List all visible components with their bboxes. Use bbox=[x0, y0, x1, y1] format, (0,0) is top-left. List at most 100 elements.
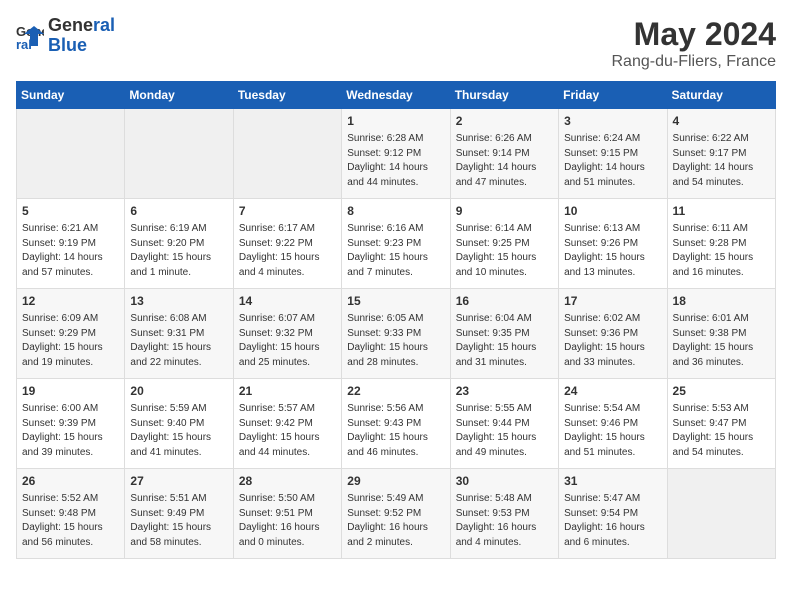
calendar-cell: 1 Sunrise: 6:28 AM Sunset: 9:12 PM Daylig… bbox=[342, 109, 450, 199]
calendar-cell: 8 Sunrise: 6:16 AM Sunset: 9:23 PM Daylig… bbox=[342, 199, 450, 289]
calendar-cell: 17 Sunrise: 6:02 AM Sunset: 9:36 PM Dayli… bbox=[559, 289, 667, 379]
calendar-cell: 31 Sunrise: 5:47 AM Sunset: 9:54 PM Dayli… bbox=[559, 469, 667, 559]
calendar-week-4: 19 Sunrise: 6:00 AM Sunset: 9:39 PM Dayli… bbox=[17, 379, 776, 469]
day-info: Sunrise: 6:00 AM Sunset: 9:39 PM Dayligh… bbox=[22, 402, 119, 460]
day-number: 31 bbox=[564, 473, 661, 490]
day-info: Sunrise: 5:47 AM Sunset: 9:54 PM Dayligh… bbox=[564, 492, 661, 550]
calendar-cell: 18 Sunrise: 6:01 AM Sunset: 9:38 PM Dayli… bbox=[667, 289, 775, 379]
day-info: Sunrise: 6:14 AM Sunset: 9:25 PM Dayligh… bbox=[456, 222, 553, 280]
calendar-cell: 4 Sunrise: 6:22 AM Sunset: 9:17 PM Daylig… bbox=[667, 109, 775, 199]
day-info: Sunrise: 6:11 AM Sunset: 9:28 PM Dayligh… bbox=[673, 222, 770, 280]
calendar-cell: 22 Sunrise: 5:56 AM Sunset: 9:43 PM Dayli… bbox=[342, 379, 450, 469]
day-number: 30 bbox=[456, 473, 553, 490]
calendar-cell: 2Sunrise: 6:26 AM Sunset: 9:14 PM Daylig… bbox=[450, 109, 558, 199]
calendar-cell: 3 Sunrise: 6:24 AM Sunset: 9:15 PM Daylig… bbox=[559, 109, 667, 199]
day-number: 29 bbox=[347, 473, 444, 490]
title-area: May 2024 Rang-du-Fliers, France bbox=[612, 16, 777, 71]
day-number: 4 bbox=[673, 113, 770, 130]
calendar-cell: 27Sunrise: 5:51 AM Sunset: 9:49 PM Dayli… bbox=[125, 469, 233, 559]
day-info: Sunrise: 5:56 AM Sunset: 9:43 PM Dayligh… bbox=[347, 402, 444, 460]
header-cell-sunday: Sunday bbox=[17, 82, 125, 109]
calendar-cell: 30 Sunrise: 5:48 AM Sunset: 9:53 PM Dayli… bbox=[450, 469, 558, 559]
day-info: Sunrise: 6:22 AM Sunset: 9:17 PM Dayligh… bbox=[673, 132, 770, 190]
day-info: Sunrise: 6:02 AM Sunset: 9:36 PM Dayligh… bbox=[564, 312, 661, 370]
day-number: 13 bbox=[130, 293, 227, 310]
calendar-cell: 11 Sunrise: 6:11 AM Sunset: 9:28 PM Dayli… bbox=[667, 199, 775, 289]
day-info: Sunrise: 6:16 AM Sunset: 9:23 PM Dayligh… bbox=[347, 222, 444, 280]
logo-text: General Blue bbox=[48, 16, 115, 56]
day-info: Sunrise: 5:59 AM Sunset: 9:40 PM Dayligh… bbox=[130, 402, 227, 460]
calendar-header-row: SundayMondayTuesdayWednesdayThursdayFrid… bbox=[17, 82, 776, 109]
day-number: 22 bbox=[347, 383, 444, 400]
header-cell-thursday: Thursday bbox=[450, 82, 558, 109]
calendar-cell: 13Sunrise: 6:08 AM Sunset: 9:31 PM Dayli… bbox=[125, 289, 233, 379]
day-number: 8 bbox=[347, 203, 444, 220]
day-info: Sunrise: 6:28 AM Sunset: 9:12 PM Dayligh… bbox=[347, 132, 444, 190]
day-info: Sunrise: 6:01 AM Sunset: 9:38 PM Dayligh… bbox=[673, 312, 770, 370]
calendar-week-5: 26Sunrise: 5:52 AM Sunset: 9:48 PM Dayli… bbox=[17, 469, 776, 559]
day-number: 7 bbox=[239, 203, 336, 220]
calendar-cell: 7 Sunrise: 6:17 AM Sunset: 9:22 PM Daylig… bbox=[233, 199, 341, 289]
day-number: 1 bbox=[347, 113, 444, 130]
day-info: Sunrise: 5:53 AM Sunset: 9:47 PM Dayligh… bbox=[673, 402, 770, 460]
day-number: 10 bbox=[564, 203, 661, 220]
day-info: Sunrise: 6:21 AM Sunset: 9:19 PM Dayligh… bbox=[22, 222, 119, 280]
page-header: Gene ral General Blue May 2024 Rang-du-F… bbox=[16, 16, 776, 71]
header-cell-tuesday: Tuesday bbox=[233, 82, 341, 109]
day-info: Sunrise: 6:09 AM Sunset: 9:29 PM Dayligh… bbox=[22, 312, 119, 370]
header-cell-friday: Friday bbox=[559, 82, 667, 109]
calendar-cell: 15Sunrise: 6:05 AM Sunset: 9:33 PM Dayli… bbox=[342, 289, 450, 379]
calendar-week-1: 1 Sunrise: 6:28 AM Sunset: 9:12 PM Daylig… bbox=[17, 109, 776, 199]
calendar-week-2: 5Sunrise: 6:21 AM Sunset: 9:19 PM Daylig… bbox=[17, 199, 776, 289]
location-title: Rang-du-Fliers, France bbox=[612, 53, 777, 71]
day-number: 9 bbox=[456, 203, 553, 220]
calendar-cell: 16Sunrise: 6:04 AM Sunset: 9:35 PM Dayli… bbox=[450, 289, 558, 379]
calendar-cell: 23 Sunrise: 5:55 AM Sunset: 9:44 PM Dayli… bbox=[450, 379, 558, 469]
calendar-week-3: 12 Sunrise: 6:09 AM Sunset: 9:29 PM Dayli… bbox=[17, 289, 776, 379]
calendar-cell: 24Sunrise: 5:54 AM Sunset: 9:46 PM Dayli… bbox=[559, 379, 667, 469]
day-number: 28 bbox=[239, 473, 336, 490]
day-number: 17 bbox=[564, 293, 661, 310]
calendar-body: 1 Sunrise: 6:28 AM Sunset: 9:12 PM Daylig… bbox=[17, 109, 776, 559]
day-number: 23 bbox=[456, 383, 553, 400]
calendar-cell: 10 Sunrise: 6:13 AM Sunset: 9:26 PM Dayli… bbox=[559, 199, 667, 289]
day-number: 21 bbox=[239, 383, 336, 400]
day-number: 18 bbox=[673, 293, 770, 310]
header-cell-wednesday: Wednesday bbox=[342, 82, 450, 109]
calendar-cell: 6 Sunrise: 6:19 AM Sunset: 9:20 PM Daylig… bbox=[125, 199, 233, 289]
day-number: 19 bbox=[22, 383, 119, 400]
calendar-cell bbox=[667, 469, 775, 559]
header-cell-saturday: Saturday bbox=[667, 82, 775, 109]
day-number: 24 bbox=[564, 383, 661, 400]
calendar-cell: 28 Sunrise: 5:50 AM Sunset: 9:51 PM Dayli… bbox=[233, 469, 341, 559]
header-cell-monday: Monday bbox=[125, 82, 233, 109]
day-info: Sunrise: 5:48 AM Sunset: 9:53 PM Dayligh… bbox=[456, 492, 553, 550]
day-number: 11 bbox=[673, 203, 770, 220]
day-info: Sunrise: 5:55 AM Sunset: 9:44 PM Dayligh… bbox=[456, 402, 553, 460]
day-number: 27 bbox=[130, 473, 227, 490]
calendar-cell: 21Sunrise: 5:57 AM Sunset: 9:42 PM Dayli… bbox=[233, 379, 341, 469]
calendar-cell: 25Sunrise: 5:53 AM Sunset: 9:47 PM Dayli… bbox=[667, 379, 775, 469]
day-info: Sunrise: 6:17 AM Sunset: 9:22 PM Dayligh… bbox=[239, 222, 336, 280]
day-number: 12 bbox=[22, 293, 119, 310]
calendar-cell bbox=[17, 109, 125, 199]
month-title: May 2024 bbox=[612, 16, 777, 53]
day-info: Sunrise: 6:05 AM Sunset: 9:33 PM Dayligh… bbox=[347, 312, 444, 370]
calendar-cell: 9 Sunrise: 6:14 AM Sunset: 9:25 PM Daylig… bbox=[450, 199, 558, 289]
day-info: Sunrise: 6:24 AM Sunset: 9:15 PM Dayligh… bbox=[564, 132, 661, 190]
calendar-cell: 19 Sunrise: 6:00 AM Sunset: 9:39 PM Dayli… bbox=[17, 379, 125, 469]
calendar-cell: 20Sunrise: 5:59 AM Sunset: 9:40 PM Dayli… bbox=[125, 379, 233, 469]
day-info: Sunrise: 6:13 AM Sunset: 9:26 PM Dayligh… bbox=[564, 222, 661, 280]
day-number: 6 bbox=[130, 203, 227, 220]
calendar-cell bbox=[125, 109, 233, 199]
day-info: Sunrise: 6:07 AM Sunset: 9:32 PM Dayligh… bbox=[239, 312, 336, 370]
calendar-table: SundayMondayTuesdayWednesdayThursdayFrid… bbox=[16, 81, 776, 559]
day-number: 2 bbox=[456, 113, 553, 130]
logo: Gene ral General Blue bbox=[16, 16, 115, 56]
day-number: 3 bbox=[564, 113, 661, 130]
day-info: Sunrise: 5:49 AM Sunset: 9:52 PM Dayligh… bbox=[347, 492, 444, 550]
day-info: Sunrise: 6:19 AM Sunset: 9:20 PM Dayligh… bbox=[130, 222, 227, 280]
day-info: Sunrise: 5:50 AM Sunset: 9:51 PM Dayligh… bbox=[239, 492, 336, 550]
day-number: 26 bbox=[22, 473, 119, 490]
calendar-cell: 26Sunrise: 5:52 AM Sunset: 9:48 PM Dayli… bbox=[17, 469, 125, 559]
